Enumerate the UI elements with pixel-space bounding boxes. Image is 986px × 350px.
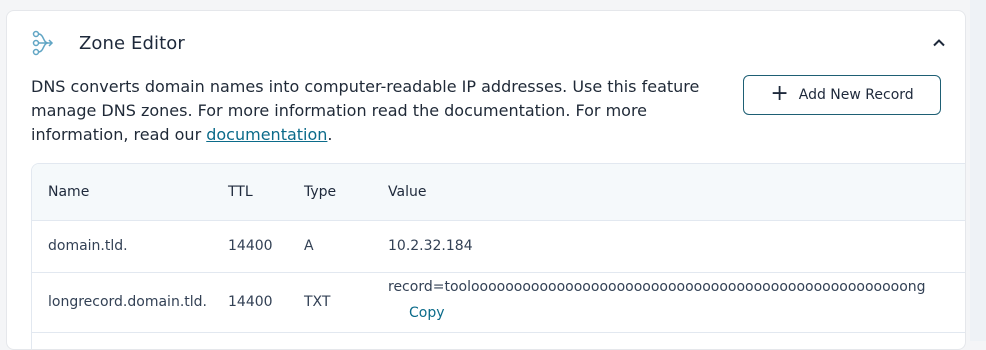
table-header-row: Name TTL Type Value [32, 164, 965, 221]
column-header-type[interactable]: Type [304, 164, 388, 221]
description-end: . [327, 125, 333, 144]
record-value: record=toolooooooooooooooooooooooooooooo… [388, 279, 926, 295]
record-value-cell: record=toolooooooooooooooooooooooooooooo… [388, 272, 965, 333]
record-name: longrecord.domain.tld. [32, 272, 228, 333]
card-header: Zone Editor [7, 11, 965, 75]
column-header-ttl[interactable]: TTL [228, 164, 304, 221]
copy-button[interactable]: Copy [409, 305, 445, 321]
card-title: Zone Editor [79, 33, 185, 54]
documentation-link[interactable]: documentation [206, 125, 327, 144]
record-ttl: 14400 [228, 220, 304, 273]
chevron-up-icon[interactable] [931, 35, 947, 51]
record-value: 10.2.32.184 [388, 220, 965, 273]
dns-records-table: Name TTL Type Value domain.tld. 14400 A … [31, 163, 965, 349]
table-row: domain.tld. 14400 A 10.2.32.184 [32, 220, 965, 273]
column-header-name[interactable]: Name [32, 164, 228, 221]
add-new-record-button[interactable]: + Add New Record [743, 75, 941, 115]
plus-icon: + [770, 81, 789, 106]
record-type: TXT [304, 272, 388, 333]
description: DNS converts domain names into computer-… [31, 75, 731, 147]
dns-zone-icon [31, 30, 55, 56]
record-ttl: 14400 [228, 272, 304, 333]
column-header-value[interactable]: Value [388, 164, 965, 221]
zone-editor-card: Zone Editor DNS converts domain names in… [6, 10, 966, 350]
table-row: longrecord.domain.tld. 14400 TXT record=… [32, 272, 965, 333]
record-name: domain.tld. [32, 220, 228, 273]
description-text: DNS converts domain names into computer-… [31, 77, 700, 144]
record-type: A [304, 220, 388, 273]
add-new-record-label: Add New Record [798, 87, 914, 103]
right-scroll-rail [970, 0, 986, 341]
